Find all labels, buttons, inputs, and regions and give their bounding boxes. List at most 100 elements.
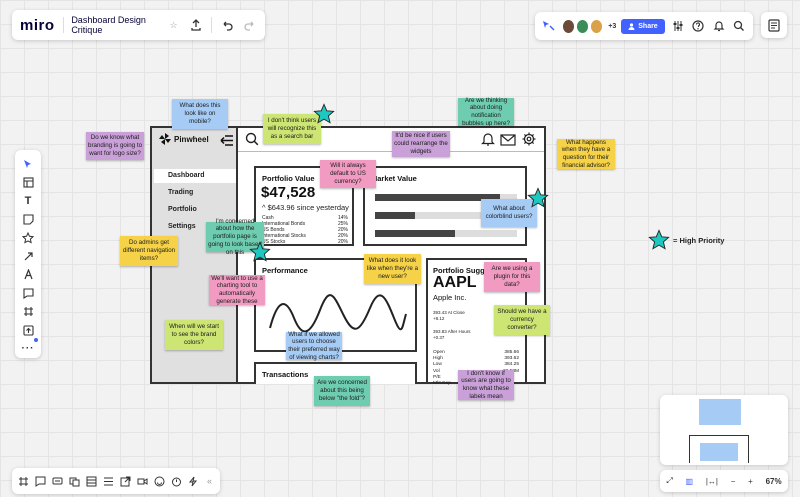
brand-name: Pinwheel	[174, 135, 209, 144]
minimap[interactable]	[660, 395, 788, 465]
suggestion-company: Apple Inc.	[433, 293, 467, 302]
suggestion-ticker: AAPL	[433, 274, 477, 291]
sticky-note[interactable]: What happens when they have a question f…	[557, 139, 615, 169]
lightning-icon[interactable]	[188, 476, 199, 487]
allocation-percent: 20%	[337, 239, 348, 245]
creation-toolbar: T ···	[15, 150, 41, 358]
pen-icon[interactable]	[17, 266, 39, 284]
portfolio-value-amount: $47,528	[261, 184, 316, 201]
sticky-note[interactable]: Do admins get different navigation items…	[120, 236, 178, 266]
redo-icon[interactable]	[243, 16, 257, 34]
sticky-note-icon[interactable]	[17, 210, 39, 228]
nav-item-settings: Settings	[168, 223, 196, 230]
zoom-in-icon[interactable]: +	[748, 477, 753, 486]
sticky-note[interactable]: Are we using a plugin for this data?	[484, 262, 540, 292]
wireframe-gear-icon	[522, 132, 536, 151]
sticky-note[interactable]: What does this look like on mobile?	[172, 99, 228, 129]
upload-to-board-icon[interactable]	[17, 321, 39, 339]
performance-title: Performance	[262, 266, 308, 275]
wireframe-bell-icon	[481, 132, 495, 151]
notes-panel-button[interactable]	[761, 12, 787, 38]
board-title[interactable]: Dashboard Design Critique	[71, 15, 158, 35]
sticky-note[interactable]: We'll want to use a charting tool to aut…	[209, 275, 265, 305]
select-cursor-icon[interactable]	[17, 155, 39, 173]
cards-icon[interactable]	[86, 476, 97, 487]
suggestion-close: 393.43 At Close	[433, 310, 465, 315]
collapse-menu-icon	[220, 133, 233, 151]
sticky-note[interactable]: Are we thinking about doing notification…	[458, 97, 514, 127]
video-icon[interactable]	[137, 476, 148, 487]
avatar[interactable]	[575, 18, 590, 34]
share-button[interactable]: Share	[621, 18, 665, 34]
map-icon[interactable]: ▥	[686, 477, 694, 486]
shapes-icon[interactable]	[17, 229, 39, 247]
sticky-note[interactable]: What does it look like when they're a ne…	[364, 254, 421, 284]
emoji-icon[interactable]	[154, 476, 165, 487]
help-icon[interactable]	[690, 17, 706, 35]
screen-share-icon[interactable]	[69, 476, 80, 487]
nav-item-trading: Trading	[168, 189, 194, 196]
fit-to-screen-icon[interactable]: |↔|	[706, 477, 718, 486]
zoom-controls: ⤢ ▥ |↔| − + 67%	[660, 470, 788, 492]
miro-logo[interactable]: miro	[20, 17, 55, 34]
minimap-cluster	[700, 443, 738, 461]
portfolio-value-title: Portfolio Value	[262, 174, 315, 183]
notifications-bell-icon[interactable]	[711, 17, 727, 35]
sticky-note[interactable]: Are we concerned about this being below …	[314, 376, 370, 406]
allocation-list: Cash 14% International Bonds 25% US Bonds 20%…	[262, 215, 348, 245]
search-icon[interactable]	[731, 17, 747, 35]
sticky-note[interactable]: I don't know if users are going to know …	[458, 370, 514, 400]
market-bar	[375, 230, 517, 237]
zoom-level[interactable]: 67%	[766, 477, 782, 486]
sticky-note[interactable]: What if we allowed users to choose their…	[286, 331, 342, 361]
sticky-note[interactable]: It'd be nice if users could rearrange th…	[392, 131, 450, 157]
wireframe-search-icon	[245, 132, 259, 151]
sticky-note[interactable]: When will we start to see the brand colo…	[165, 320, 223, 350]
divider	[62, 17, 64, 33]
allocation-row: US Stocks 20%	[262, 239, 348, 245]
more-collaborators-count[interactable]: +3	[608, 23, 616, 30]
link-out-icon[interactable]	[120, 476, 131, 487]
star-favorite-icon[interactable]: ☆	[166, 16, 180, 34]
high-priority-star-icon	[648, 229, 670, 250]
cursor-reactions-icon[interactable]	[541, 17, 557, 35]
nav-item-dashboard: Dashboard	[168, 172, 205, 179]
high-priority-star-icon[interactable]	[249, 241, 271, 263]
nav-item-portfolio: Portfolio	[168, 206, 197, 213]
suggestion-after-change: +0.37	[433, 335, 445, 340]
settings-sliders-icon[interactable]	[670, 17, 686, 35]
high-priority-star-icon[interactable]	[313, 103, 335, 125]
chat-icon[interactable]	[52, 476, 63, 487]
connection-line-icon[interactable]	[17, 247, 39, 265]
priority-legend: = High Priority	[648, 229, 724, 251]
sticky-note[interactable]: Will it always default to US currency?	[320, 160, 376, 188]
templates-icon[interactable]	[17, 173, 39, 191]
minimap-cluster	[699, 399, 741, 425]
comments-icon[interactable]	[35, 476, 46, 487]
comment-icon[interactable]	[17, 284, 39, 302]
text-tool-icon[interactable]: T	[17, 192, 39, 210]
frame-icon[interactable]	[17, 303, 39, 321]
more-tools-icon[interactable]: ···	[17, 340, 39, 358]
upload-icon[interactable]	[189, 16, 203, 34]
avatar[interactable]	[561, 18, 575, 34]
suggestion-after: 393.83 After Hours	[433, 329, 471, 334]
sticky-note[interactable]: Should we have a currency converter?	[494, 305, 550, 335]
zoom-out-icon[interactable]: −	[731, 477, 736, 486]
timer-icon[interactable]	[171, 476, 182, 487]
frames-icon[interactable]	[18, 476, 29, 487]
suggestion-close-change: +8.12	[433, 316, 445, 321]
board-header: miro Dashboard Design Critique ☆	[12, 10, 265, 40]
market-value-title: Market Value	[371, 174, 417, 183]
legend-label: = High Priority	[673, 235, 725, 245]
high-priority-star-icon[interactable]	[527, 187, 549, 209]
fullscreen-icon[interactable]: ⤢	[666, 476, 672, 486]
list-icon[interactable]	[103, 476, 114, 487]
transactions-title: Transactions	[262, 370, 309, 379]
collaboration-toolbar: «	[12, 468, 220, 494]
sticky-note[interactable]: Do we know what branding is going to wan…	[86, 132, 144, 160]
collapse-icon[interactable]: «	[205, 476, 214, 487]
undo-icon[interactable]	[220, 16, 234, 34]
avatar[interactable]	[590, 18, 604, 34]
divider	[211, 17, 213, 33]
